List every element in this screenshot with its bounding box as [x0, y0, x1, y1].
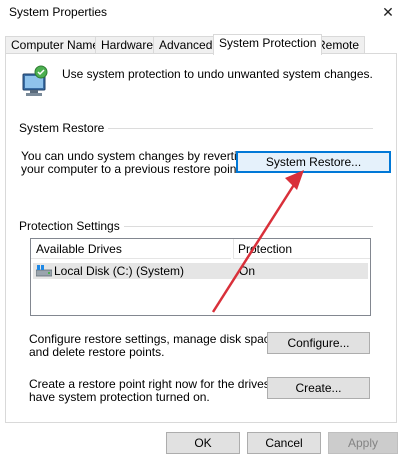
description-line: have system protection turned on. [29, 390, 210, 404]
description-line: and delete restore points. [29, 345, 165, 359]
configure-button[interactable]: Configure... [267, 332, 370, 354]
system-restore-button[interactable]: System Restore... [236, 151, 391, 173]
protection-settings-group-label: Protection Settings [19, 219, 124, 233]
cancel-button[interactable]: Cancel [247, 432, 321, 454]
create-button[interactable]: Create... [267, 377, 370, 399]
configure-description: Configure restore settings, manage disk … [29, 333, 280, 359]
drive-name: Local Disk (C:) (System) [54, 264, 185, 278]
tab-computer-name[interactable]: Computer Name [5, 36, 106, 54]
close-icon[interactable]: ✕ [374, 0, 402, 24]
tab-strip: Computer Name Hardware Advanced System P… [5, 34, 397, 55]
drive-protection-status: On [239, 264, 256, 278]
drives-list[interactable]: Available Drives Protection Local Disk (… [30, 238, 371, 316]
tab-hardware[interactable]: Hardware [95, 36, 160, 54]
computer-shield-icon [22, 65, 48, 96]
window-title: System Properties [9, 5, 108, 19]
system-restore-description: You can undo system changes by reverting… [21, 150, 250, 176]
description-line: your computer to a previous restore poin… [21, 162, 244, 176]
tab-system-protection[interactable]: System Protection [213, 34, 323, 55]
column-header-protection[interactable]: Protection [233, 239, 370, 259]
tab-advanced[interactable]: Advanced [153, 36, 219, 54]
system-restore-group-label: System Restore [19, 121, 109, 135]
ok-button[interactable]: OK [166, 432, 240, 454]
column-header-available-drives[interactable]: Available Drives [31, 239, 231, 259]
intro-text: Use system protection to undo unwanted s… [62, 67, 373, 81]
table-row[interactable]: Local Disk (C:) (System) On [33, 263, 368, 279]
apply-button[interactable]: Apply [328, 432, 398, 454]
drive-icon [36, 265, 52, 277]
title-bar: System Properties ✕ [0, 0, 402, 28]
create-description: Create a restore point right now for the… [29, 378, 293, 404]
